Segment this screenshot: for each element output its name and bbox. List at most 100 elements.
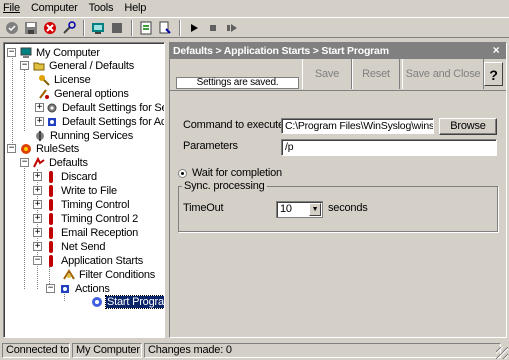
collapse-icon[interactable]: − — [7, 48, 16, 57]
step-icon[interactable] — [223, 19, 240, 36]
expand-icon[interactable]: + — [33, 200, 42, 209]
panel-toolbar: Settings are saved. Save Reset Save and … — [170, 59, 506, 91]
tree-node-email-reception[interactable]: + Email Reception — [33, 226, 139, 239]
rule-icon — [49, 226, 53, 239]
tree-node-rulesets[interactable]: − RuleSets — [7, 142, 80, 155]
browse-button[interactable]: Browse — [439, 118, 497, 135]
rulesets-icon — [21, 143, 31, 154]
services-icon — [47, 103, 57, 112]
tree-node-filter-conditions[interactable]: Filter Conditions — [63, 268, 156, 281]
timeout-label: TimeOut — [183, 202, 224, 214]
menu-tools[interactable]: Tools — [89, 2, 114, 14]
tree-node-start-program[interactable]: Start Program — [91, 294, 164, 309]
toolbar-separator — [131, 19, 133, 36]
rule-icon — [49, 170, 53, 183]
tree-node-timing-control[interactable]: + Timing Control — [33, 198, 130, 211]
tree-node-my-computer[interactable]: − My Computer — [7, 46, 101, 59]
wait-for-completion-radio[interactable] — [178, 169, 187, 178]
rule-icon — [49, 184, 53, 197]
seconds-label: seconds — [328, 202, 368, 214]
connected-value: My Computer — [72, 342, 142, 358]
tree-node-running-services[interactable]: Running Services — [34, 129, 134, 142]
stop-small-icon[interactable] — [204, 19, 221, 36]
connected-label: Connected to: — [2, 342, 70, 358]
expand-icon[interactable]: + — [33, 228, 42, 237]
gear-icon — [92, 296, 102, 307]
stop-icon[interactable] — [108, 19, 125, 36]
tree-node-default-settings-services[interactable]: + Default Settings for Services — [35, 101, 164, 114]
users-icon[interactable] — [89, 19, 106, 36]
parameters-input[interactable]: /p — [281, 139, 497, 156]
save-button[interactable]: Save — [302, 59, 352, 89]
tree-node-general-defaults[interactable]: − General / Defaults — [20, 59, 135, 72]
computer-icon — [20, 47, 32, 58]
toolbar-separator — [83, 19, 85, 36]
collapse-icon[interactable]: − — [46, 284, 55, 293]
parameters-label: Parameters — [183, 140, 238, 152]
command-label: Command to execute — [183, 119, 284, 131]
rule-icon — [49, 212, 53, 225]
settings-icon[interactable] — [137, 19, 154, 36]
actions-icon — [48, 117, 56, 126]
save-status: Settings are saved. — [176, 77, 299, 89]
expand-icon[interactable]: + — [33, 242, 42, 251]
tree-node-actions[interactable]: − Actions — [46, 282, 111, 295]
settings-panel: Defaults > Application Starts > Start Pr… — [169, 42, 507, 338]
key-icon — [39, 74, 50, 86]
tree-node-default-settings-actions[interactable]: + Default Settings for Actions — [35, 115, 164, 128]
toolbar — [0, 17, 509, 38]
save-icon[interactable] — [22, 19, 39, 36]
options-icon — [39, 88, 49, 99]
resize-grip[interactable] — [496, 347, 508, 359]
status-bar: Connected to: My Computer Changes made: … — [0, 340, 509, 360]
tree-node-license[interactable]: License — [38, 73, 92, 86]
rule-icon — [49, 198, 53, 211]
tree-node-write-to-file[interactable]: + Write to File — [33, 184, 118, 197]
tree-line — [24, 158, 25, 289]
actions-icon — [61, 284, 69, 293]
rule-icon — [49, 240, 53, 253]
wait-for-completion-label: Wait for completion — [192, 167, 282, 179]
export-icon[interactable] — [156, 19, 173, 36]
tree-node-net-send[interactable]: + Net Send — [33, 240, 106, 253]
collapse-icon[interactable]: − — [20, 61, 29, 70]
ruleset-defaults-icon — [33, 156, 45, 167]
collapse-icon[interactable]: − — [33, 256, 42, 265]
expand-icon[interactable]: + — [35, 103, 44, 112]
breadcrumb-text: Defaults > Application Starts > Start Pr… — [173, 45, 389, 57]
expand-icon[interactable]: + — [33, 214, 42, 223]
filter-icon — [63, 268, 75, 280]
tree-node-defaults[interactable]: − Defaults — [20, 156, 89, 169]
tree-node-timing-control-2[interactable]: + Timing Control 2 — [33, 212, 139, 225]
delete-icon[interactable] — [41, 19, 58, 36]
tree-node-general-options[interactable]: General options — [38, 87, 130, 100]
close-icon[interactable]: × — [490, 44, 502, 57]
expand-icon[interactable]: + — [33, 186, 42, 195]
save-and-close-button[interactable]: Save and Close — [402, 59, 484, 89]
command-input[interactable]: C:\Program Files\WinSyslog\winsyslog.exe — [281, 118, 434, 134]
expand-icon[interactable]: + — [33, 172, 42, 181]
timeout-value: 10 — [280, 203, 292, 215]
running-services-icon — [36, 130, 44, 141]
play-icon[interactable] — [185, 19, 202, 36]
menu-help[interactable]: Help — [124, 2, 146, 14]
refresh-icon[interactable] — [60, 19, 77, 36]
menu-computer[interactable]: Computer — [31, 2, 78, 14]
toolbar-separator — [179, 19, 181, 36]
tree-node-application-starts[interactable]: − Application Starts — [33, 254, 144, 267]
reset-button[interactable]: Reset — [352, 59, 400, 89]
panel-breadcrumb: Defaults > Application Starts > Start Pr… — [170, 43, 506, 59]
help-button[interactable]: ? — [484, 62, 503, 86]
folder-icon — [33, 62, 45, 70]
menu-bar: File Computer Tools Help — [0, 0, 509, 16]
chevron-down-icon[interactable]: ▼ — [309, 203, 321, 216]
expand-icon[interactable]: + — [35, 117, 44, 126]
tree-line — [24, 69, 25, 131]
timeout-select[interactable]: 10 ▼ — [276, 201, 323, 218]
check-icon[interactable] — [3, 19, 20, 36]
tree-view[interactable]: − My Computer − General / Defaults Licen… — [3, 42, 165, 338]
tree-node-discard[interactable]: + Discard — [33, 170, 98, 183]
collapse-icon[interactable]: − — [20, 158, 29, 167]
menu-file[interactable]: File — [3, 2, 20, 14]
collapse-icon[interactable]: − — [7, 144, 16, 153]
